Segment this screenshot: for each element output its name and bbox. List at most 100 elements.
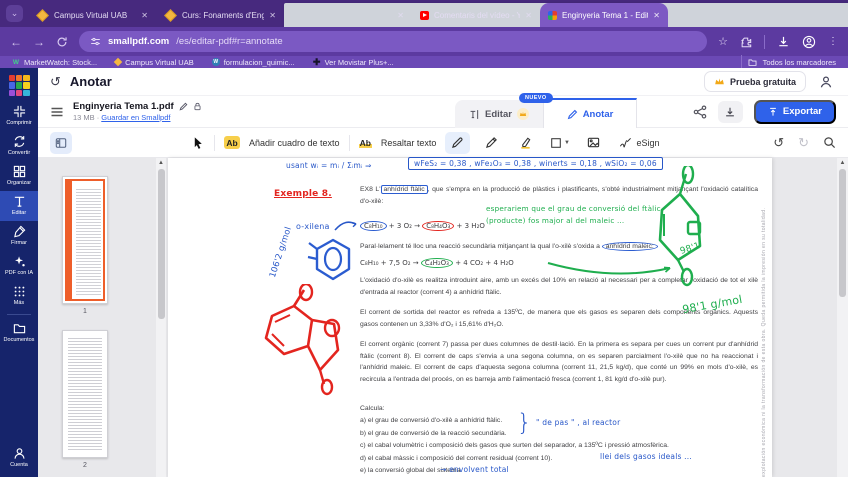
add-textbox-label[interactable]: Añadir cuadro de texto [249,138,340,148]
save-to-smallpdf-link[interactable]: Guardar en Smallpdf [101,113,170,122]
handwriting-mass-fractions-box: wFeS₂ = 0,38 , wFe₂O₃ = 0,38 , winerts =… [408,157,663,170]
pdf-page[interactable]: usant wᵢ = mᵢ / Σᵢmᵢ ⇒ wFeS₂ = 0,38 , wF… [168,158,772,477]
pen-tool-button[interactable] [445,132,470,154]
bookmark-movistar[interactable]: ✚Ver Movistar Plus+... [313,58,394,67]
user-avatar[interactable] [815,71,836,92]
downloads-icon[interactable] [777,35,790,48]
browser-tab-3[interactable]: Enginyeria Tema 1.pdf ✕ [284,3,412,27]
bookmarks-bar: WMarketWatch: Stock... Campus Virtual UA… [0,56,848,68]
file-info: Enginyeria Tema 1.pdf 13 MB ·Guardar en … [73,101,202,122]
shape-tool-button[interactable]: ▼ [547,132,572,154]
rename-pencil-icon[interactable] [179,102,188,111]
sidebar-item-firmar[interactable]: Firmar [0,221,38,251]
browser-tab-4[interactable]: Comentaris del vídeo - YouTube ✕ [412,3,540,27]
image-tool-button[interactable] [581,132,606,154]
esign-button[interactable]: eSign [615,132,663,154]
browser-tab-1[interactable]: Campus Virtual UAB ✕ [28,3,156,27]
close-tab-icon[interactable]: ✕ [397,11,404,20]
close-tab-icon[interactable]: ✕ [653,11,660,20]
reset-icon[interactable]: ↺ [50,74,61,90]
profile-icon[interactable] [802,35,816,49]
back-icon[interactable]: ← [10,35,22,49]
page-thumbnail-1[interactable] [62,176,108,304]
handwriting-example-label: Exemple 8. [274,189,332,199]
url-domain: smallpdf.com [108,36,169,47]
list-item-c: c) el cabal volumètric i composició dels… [360,442,669,449]
close-tab-icon[interactable]: ✕ [269,11,276,20]
scrollbar-thumb[interactable] [158,169,165,319]
annotation-circle-c8h10: C₈H₁₀ [360,221,387,231]
lock-icon[interactable] [193,102,202,111]
browser-actions: ☆ ⋮ [718,35,838,49]
ai-sparkle-icon [13,255,26,268]
highlight-text-icon[interactable]: Ab [359,138,372,148]
browser-tab-strip: ⌄ Campus Virtual UAB ✕ Curs: Fonaments d… [0,0,848,27]
list-item-a: a) el grau de conversió d'o-xilè a anhíd… [360,417,502,424]
browser-tab-active[interactable]: Enginyeria Tema 1 - Editar PDF ✕ [540,3,668,27]
scroll-up-icon[interactable]: ▲ [156,158,166,168]
add-textbox-icon[interactable]: Ab [224,136,240,149]
all-bookmarks[interactable]: Todos los marcadores [741,55,836,69]
premium-crown-icon [517,108,529,120]
tab-search-button[interactable]: ⌄ [6,5,23,22]
close-tab-icon[interactable]: ✕ [141,11,148,20]
browser-tab-2[interactable]: Curs: Fonaments d'Enginyeria Q ✕ [156,3,284,27]
forward-icon[interactable]: → [33,35,45,49]
sidebar-item-mas[interactable]: Más [0,281,38,311]
url-field[interactable]: smallpdf.com/es/editar-pdf#r=annotate [79,31,707,52]
scrollbar-thumb[interactable] [839,169,846,297]
scroll-up-icon[interactable]: ▲ [837,158,848,168]
page-thumbnail-2[interactable] [62,330,108,458]
tab-editar[interactable]: Editar [455,100,543,128]
undo-icon[interactable]: ↺ [773,135,784,151]
thumbnail-panel-toggle[interactable] [50,132,72,154]
pencil-tool-button[interactable] [479,132,504,154]
sidebar-item-pdf-con-ia[interactable]: PDF con IA [0,251,38,281]
export-button[interactable]: Exportar [754,100,836,124]
menu-kebab-icon[interactable]: ⋮ [828,36,838,47]
sidebar-item-organizar[interactable]: Organizar [0,161,38,191]
close-tab-icon[interactable]: ✕ [525,11,532,20]
site-settings-icon[interactable] [90,36,101,47]
thumb-text-lines [68,336,102,452]
sidebar-item-cuenta[interactable]: Cuenta [0,443,38,473]
share-icon[interactable] [693,105,707,119]
sidebar-item-convertir[interactable]: Convertir [0,131,38,161]
tab-anotar[interactable]: Anotar [543,98,637,128]
thumbnail-panel: 1 2 ▲ [38,158,168,477]
sidebar-item-comprimir[interactable]: Comprimir [0,101,38,131]
reload-icon[interactable] [56,36,68,48]
trial-button[interactable]: Prueba gratuita [704,71,806,92]
divider [764,35,765,49]
plus-icon: ✚ [313,58,321,66]
page-number-1: 1 [62,308,108,315]
search-icon[interactable] [823,136,836,149]
bookmark-star-icon[interactable]: ☆ [718,35,728,48]
viewer-scrollbar[interactable]: ▲ [837,158,848,477]
thumbnail-scrollbar[interactable]: ▲ [156,158,166,477]
sidebar-item-editar[interactable]: Editar [0,191,38,221]
bookmark-marketwatch[interactable]: WMarketWatch: Stock... [12,58,97,67]
file-name: Enginyeria Tema 1.pdf [73,101,174,112]
sidebar-item-documentos[interactable]: Documentos [0,318,38,348]
redo-icon[interactable]: ↻ [798,135,809,151]
hamburger-menu-icon[interactable] [50,105,64,119]
sketch-oxylene-ring [306,234,360,286]
download-button[interactable] [718,101,743,123]
pdf-viewer[interactable]: usant wᵢ = mᵢ / Σᵢmᵢ ⇒ wFeS₂ = 0,38 , wF… [168,158,848,477]
pen-icon [451,136,464,149]
select-cursor-icon[interactable] [192,136,205,149]
edit-text-icon [13,195,26,208]
marker-tool-button[interactable] [513,132,538,154]
diamond-icon [114,58,122,66]
image-icon [587,136,600,149]
annotation-circle-c8h4o3: C₈H₄O₃ [422,221,454,231]
bookmark-campus[interactable]: Campus Virtual UAB [115,58,194,67]
highlight-text-label[interactable]: Resaltar texto [381,138,437,148]
extensions-icon[interactable] [740,36,752,48]
thumb-text-lines [76,187,101,295]
smallpdf-logo[interactable] [9,75,30,96]
more-grid-icon [13,285,26,298]
annotate-toolbar: Ab Añadir cuadro de texto Ab Resaltar te… [38,128,848,158]
bookmark-formulacion[interactable]: Wformulacion_quimic... [212,58,295,67]
